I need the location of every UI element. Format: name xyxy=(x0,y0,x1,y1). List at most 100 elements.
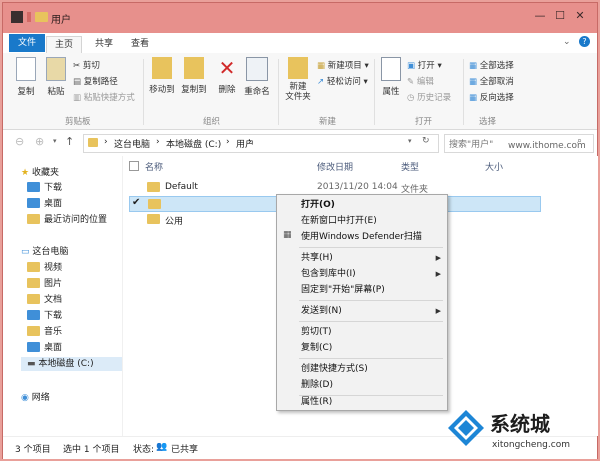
history-label: 历史记录 xyxy=(417,93,452,103)
menu-item-open[interactable]: 打开(O) xyxy=(301,198,335,212)
column-date[interactable]: 修改日期 xyxy=(317,160,353,173)
copy-to-button[interactable]: 复制到 xyxy=(180,57,208,95)
properties-label: 属性 xyxy=(382,87,400,97)
move-to-icon xyxy=(152,57,172,79)
group-open: 打开 xyxy=(415,117,433,127)
address-sep-icon: › xyxy=(248,137,252,147)
nav-favorites[interactable]: ★ 收藏夹 xyxy=(21,166,59,180)
nav-music[interactable]: 音乐 xyxy=(27,325,62,339)
address-sep-icon: › xyxy=(226,137,230,147)
column-name[interactable]: 名称 xyxy=(145,160,163,173)
menu-item-copy[interactable]: 复制(C) xyxy=(301,341,332,355)
invert-selection-button[interactable]: ▦ 反向选择 xyxy=(469,91,514,103)
checkmark-icon[interactable]: ✔ xyxy=(132,197,140,208)
move-to-button[interactable]: 移动到 xyxy=(148,57,176,95)
menu-item-defender[interactable]: 使用Windows Defender扫描 xyxy=(301,230,422,244)
nav-documents[interactable]: 文档 xyxy=(27,293,62,307)
recent-icon xyxy=(27,213,40,224)
rename-button[interactable]: 重命名 xyxy=(243,57,271,97)
tab-file[interactable]: 文件 xyxy=(9,34,46,52)
address-bar[interactable]: › 这台电脑 › 本地磁盘 (C:) › 用户 › ▾ ↻ xyxy=(83,134,439,153)
breadcrumb-local-disk[interactable]: 本地磁盘 (C:) xyxy=(166,137,221,150)
select-all-icon: ▦ xyxy=(469,61,480,71)
nav-desktop[interactable]: 桌面 xyxy=(27,197,62,211)
menu-item-delete[interactable]: 删除(D) xyxy=(301,378,333,392)
delete-button[interactable]: ✕ 删除 xyxy=(215,57,239,95)
nav-documents-label: 文档 xyxy=(44,295,63,305)
tab-view[interactable]: 查看 xyxy=(123,36,157,52)
menu-separator xyxy=(299,358,443,359)
copy-button[interactable]: 复制 xyxy=(13,57,39,97)
menu-item-open-new[interactable]: 在新窗口中打开(E) xyxy=(301,214,377,228)
nav-this-pc-label: 这台电脑 xyxy=(32,247,69,257)
menu-item-shortcut[interactable]: 创建快捷方式(S) xyxy=(301,362,368,376)
nav-pictures[interactable]: 图片 xyxy=(27,277,62,291)
qat-divider xyxy=(27,12,31,22)
select-none-button[interactable]: ▦ 全部取消 xyxy=(469,75,514,87)
new-folder-button[interactable]: 新建 文件夹 xyxy=(283,57,313,102)
new-item-button[interactable]: ▦ 新建项目 ▾ xyxy=(317,59,369,71)
close-button[interactable]: ✕ xyxy=(571,9,589,23)
nav-downloads-pc[interactable]: 下载 xyxy=(27,309,62,323)
group-organize: 组织 xyxy=(203,117,221,127)
paste-button[interactable]: 粘贴 xyxy=(43,57,69,97)
minimize-button[interactable]: — xyxy=(531,9,549,23)
help-icon[interactable]: ? xyxy=(579,36,590,47)
column-size[interactable]: 大小 xyxy=(485,160,503,173)
select-all-button[interactable]: ▦ 全部选择 xyxy=(469,59,514,71)
collapse-ribbon-icon[interactable]: ⌄ xyxy=(563,37,571,47)
title-bar: 用户 — ☐ ✕ xyxy=(3,3,597,33)
forward-arrow-icon[interactable]: ⊕ xyxy=(35,135,44,148)
tab-home[interactable]: 主页 xyxy=(46,36,83,53)
paste-icon xyxy=(46,57,66,81)
refresh-icon[interactable]: ↻ xyxy=(422,136,430,146)
menu-item-send-to[interactable]: 发送到(N) ▶ xyxy=(301,304,445,318)
menu-shortcut-label: 创建快捷方式(S) xyxy=(301,364,368,374)
tab-share[interactable]: 共享 xyxy=(87,36,121,52)
address-dropdown-icon[interactable]: ▾ xyxy=(408,137,412,145)
easy-access-button[interactable]: ↗ 轻松访问 ▾ xyxy=(317,75,368,87)
copy-icon xyxy=(16,57,36,81)
edit-button[interactable]: ✎ 编辑 xyxy=(407,75,434,87)
open-label: 打开 xyxy=(417,61,435,71)
recent-locations-icon[interactable]: ▾ xyxy=(53,137,57,145)
paste-shortcut-button[interactable]: ▥ 粘贴快捷方式 xyxy=(73,91,135,103)
group-clipboard: 剪贴板 xyxy=(65,117,91,127)
select-all-checkbox[interactable] xyxy=(129,161,139,171)
nav-downloads[interactable]: 下载 xyxy=(27,181,62,195)
copy-to-label: 复制到 xyxy=(181,85,207,95)
nav-recent[interactable]: 最近访问的位置 xyxy=(27,213,107,227)
column-type[interactable]: 类型 xyxy=(401,160,419,173)
cut-button[interactable]: ✂ 剪切 xyxy=(73,59,100,71)
ribbon-separator xyxy=(278,59,279,125)
select-none-label: 全部取消 xyxy=(479,77,514,87)
menu-item-properties[interactable]: 属性(R) xyxy=(301,395,332,409)
ribbon-tabs: 文件 主页 共享 查看 ⌄ ? xyxy=(3,33,597,54)
menu-item-include[interactable]: 包含到库中(I) ▶ xyxy=(301,267,445,281)
context-menu: 打开(O) 在新窗口中打开(E) ▦ 使用Windows Defender扫描 … xyxy=(276,194,448,411)
menu-item-share[interactable]: 共享(H) ▶ xyxy=(301,251,445,265)
nav-desktop-pc[interactable]: 桌面 xyxy=(27,341,62,355)
history-button[interactable]: ◷ 历史记录 xyxy=(407,91,451,103)
open-button[interactable]: ▣ 打开 ▾ xyxy=(407,59,442,71)
nav-network[interactable]: ◉ 网络 xyxy=(21,391,50,405)
maximize-button[interactable]: ☐ xyxy=(551,9,569,23)
menu-item-cut[interactable]: 剪切(T) xyxy=(301,325,332,339)
up-arrow-icon[interactable]: ↑ xyxy=(65,135,74,148)
select-none-icon: ▦ xyxy=(469,77,480,87)
paste-label: 粘贴 xyxy=(47,87,65,97)
nav-this-pc[interactable]: ▭ 这台电脑 xyxy=(21,245,68,259)
breadcrumb-this-pc[interactable]: 这台电脑 xyxy=(114,137,150,150)
nav-videos[interactable]: 视频 xyxy=(27,261,62,275)
window-title: 用户 xyxy=(51,15,71,26)
back-arrow-icon[interactable]: ⊖ xyxy=(15,135,24,148)
menu-open-label: 打开(O) xyxy=(301,200,335,210)
properties-button[interactable]: 属性 xyxy=(379,57,403,97)
menu-item-pin[interactable]: 固定到"开始"屏幕(P) xyxy=(301,283,385,297)
table-row[interactable]: Default 2013/11/20 14:04 文件夹 xyxy=(129,180,589,195)
nav-local-disk[interactable]: ▬ 本地磁盘 (C:) xyxy=(21,357,123,371)
copy-path-button[interactable]: ▤ 复制路径 xyxy=(73,75,118,87)
window-menu-icon[interactable] xyxy=(11,11,23,23)
new-folder-icon xyxy=(288,57,308,79)
copy-label: 复制 xyxy=(17,87,35,97)
